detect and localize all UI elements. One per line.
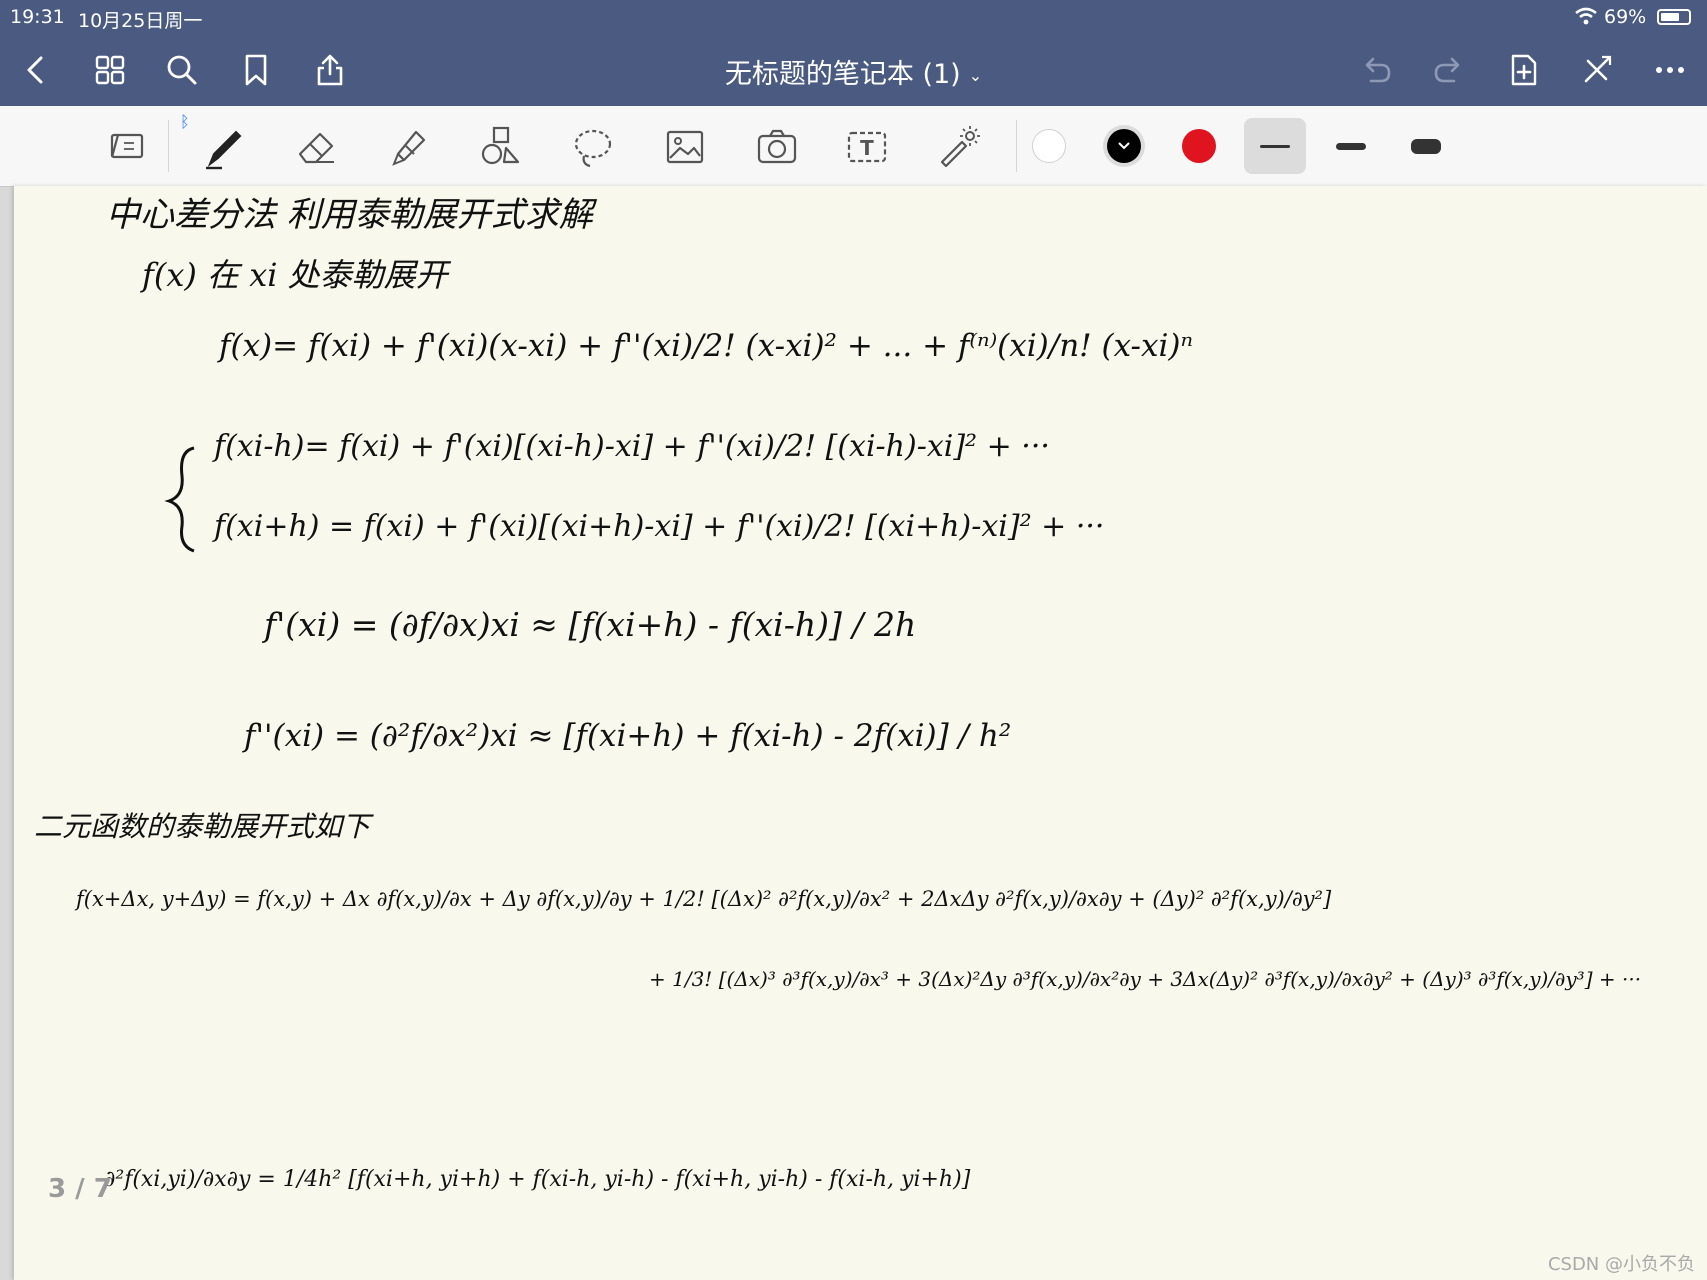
pen-tool-icon[interactable] <box>198 122 248 172</box>
note-line-6: f'(xi) = (∂f/∂x)xi ≈ [f(xi+h) - f(xi-h)]… <box>261 605 916 644</box>
redo-icon[interactable] <box>1427 48 1471 92</box>
note-line-4: f(xi-h)= f(xi) + f'(xi)[(xi-h)-xi] + f''… <box>212 429 1050 464</box>
note-line-10: + 1/3! [(Δx)³ ∂³f(x,y)/∂x³ + 3(Δx)²Δy ∂³… <box>649 967 1641 991</box>
status-time: 19:31 <box>10 6 65 28</box>
battery-level <box>1661 13 1679 21</box>
note-line-9: f(x+Δx, y+Δy) = f(x,y) + Δx ∂f(x,y)/∂x +… <box>74 887 1332 911</box>
page-indicator: 3 / 7 <box>48 1174 112 1204</box>
watermark: CSDN @小负不负 <box>1547 1254 1695 1275</box>
color-swatch-red[interactable] <box>1182 129 1216 163</box>
add-page-icon[interactable] <box>1502 48 1546 92</box>
image-tool-icon[interactable] <box>660 122 710 172</box>
toolbar-divider <box>1016 120 1017 172</box>
chevron-down-icon: ⌄ <box>968 66 983 85</box>
battery-icon <box>1657 9 1691 25</box>
more-options-icon[interactable] <box>1648 48 1692 92</box>
edit-mode-close-icon[interactable] <box>1575 48 1619 92</box>
note-page[interactable]: 中心差分法 利用泰勒展开式求解 f(x) 在 xi 处泰勒展开 f(x)= f(… <box>14 186 1707 1280</box>
camera-tool-icon[interactable] <box>752 122 802 172</box>
color-swatch-white[interactable] <box>1032 129 1066 163</box>
stroke-width-medium[interactable] <box>1336 143 1366 150</box>
note-line-2: f(x) 在 xi 处泰勒展开 <box>140 256 452 294</box>
laser-pointer-icon[interactable] <box>934 122 984 172</box>
note-line-3: f(x)= f(xi) + f'(xi)(x-xi) + f''(xi)/2! … <box>217 328 1193 364</box>
battery-percent: 69% <box>1604 6 1647 28</box>
system-brace <box>164 446 195 553</box>
notebook-title-text: 无标题的笔记本 (1) <box>724 59 961 90</box>
note-line-11: ∂²f(xi,yi)/∂x∂y = 1/4h² [f(xi+h, yi+h) +… <box>104 1167 971 1192</box>
shapes-tool-icon[interactable] <box>476 122 526 172</box>
nav-bar: 无标题的笔记本 (1) ⌄ <box>0 34 1707 106</box>
stroke-width-thick[interactable] <box>1411 139 1441 154</box>
color-swatch-black[interactable] <box>1107 129 1141 163</box>
note-line-1: 中心差分法 利用泰勒展开式求解 <box>106 195 598 235</box>
handwriting-layer: 中心差分法 利用泰勒展开式求解 f(x) 在 xi 处泰勒展开 f(x)= f(… <box>34 195 1641 1192</box>
stroke-width-thin[interactable] <box>1260 145 1290 148</box>
toolbar-divider <box>168 120 169 172</box>
text-tool-glyph: T <box>860 136 874 160</box>
status-date: 10月25日周一 <box>78 10 203 32</box>
tool-bar: ᛒ T <box>0 106 1707 187</box>
text-tool-icon[interactable]: T <box>842 122 892 172</box>
note-line-7: f''(xi) = (∂²f/∂x²)xi ≈ [f(xi+h) + f(xi-… <box>242 718 1011 754</box>
note-line-8: 二元函数的泰勒展开式如下 <box>34 810 374 843</box>
read-only-mode-icon[interactable] <box>102 122 152 172</box>
highlighter-tool-icon[interactable] <box>384 122 434 172</box>
undo-icon[interactable] <box>1354 48 1398 92</box>
eraser-tool-icon[interactable] <box>292 122 342 172</box>
chevron-down-icon <box>1118 142 1130 150</box>
status-bar: 19:31 10月25日周一 69% <box>0 0 1707 34</box>
bluetooth-icon: ᛒ <box>180 112 190 131</box>
note-line-5: f(xi+h) = f(xi) + f'(xi)[(xi+h)-xi] + f'… <box>212 509 1104 544</box>
wifi-icon <box>1574 6 1598 31</box>
lasso-tool-icon[interactable] <box>568 122 618 172</box>
